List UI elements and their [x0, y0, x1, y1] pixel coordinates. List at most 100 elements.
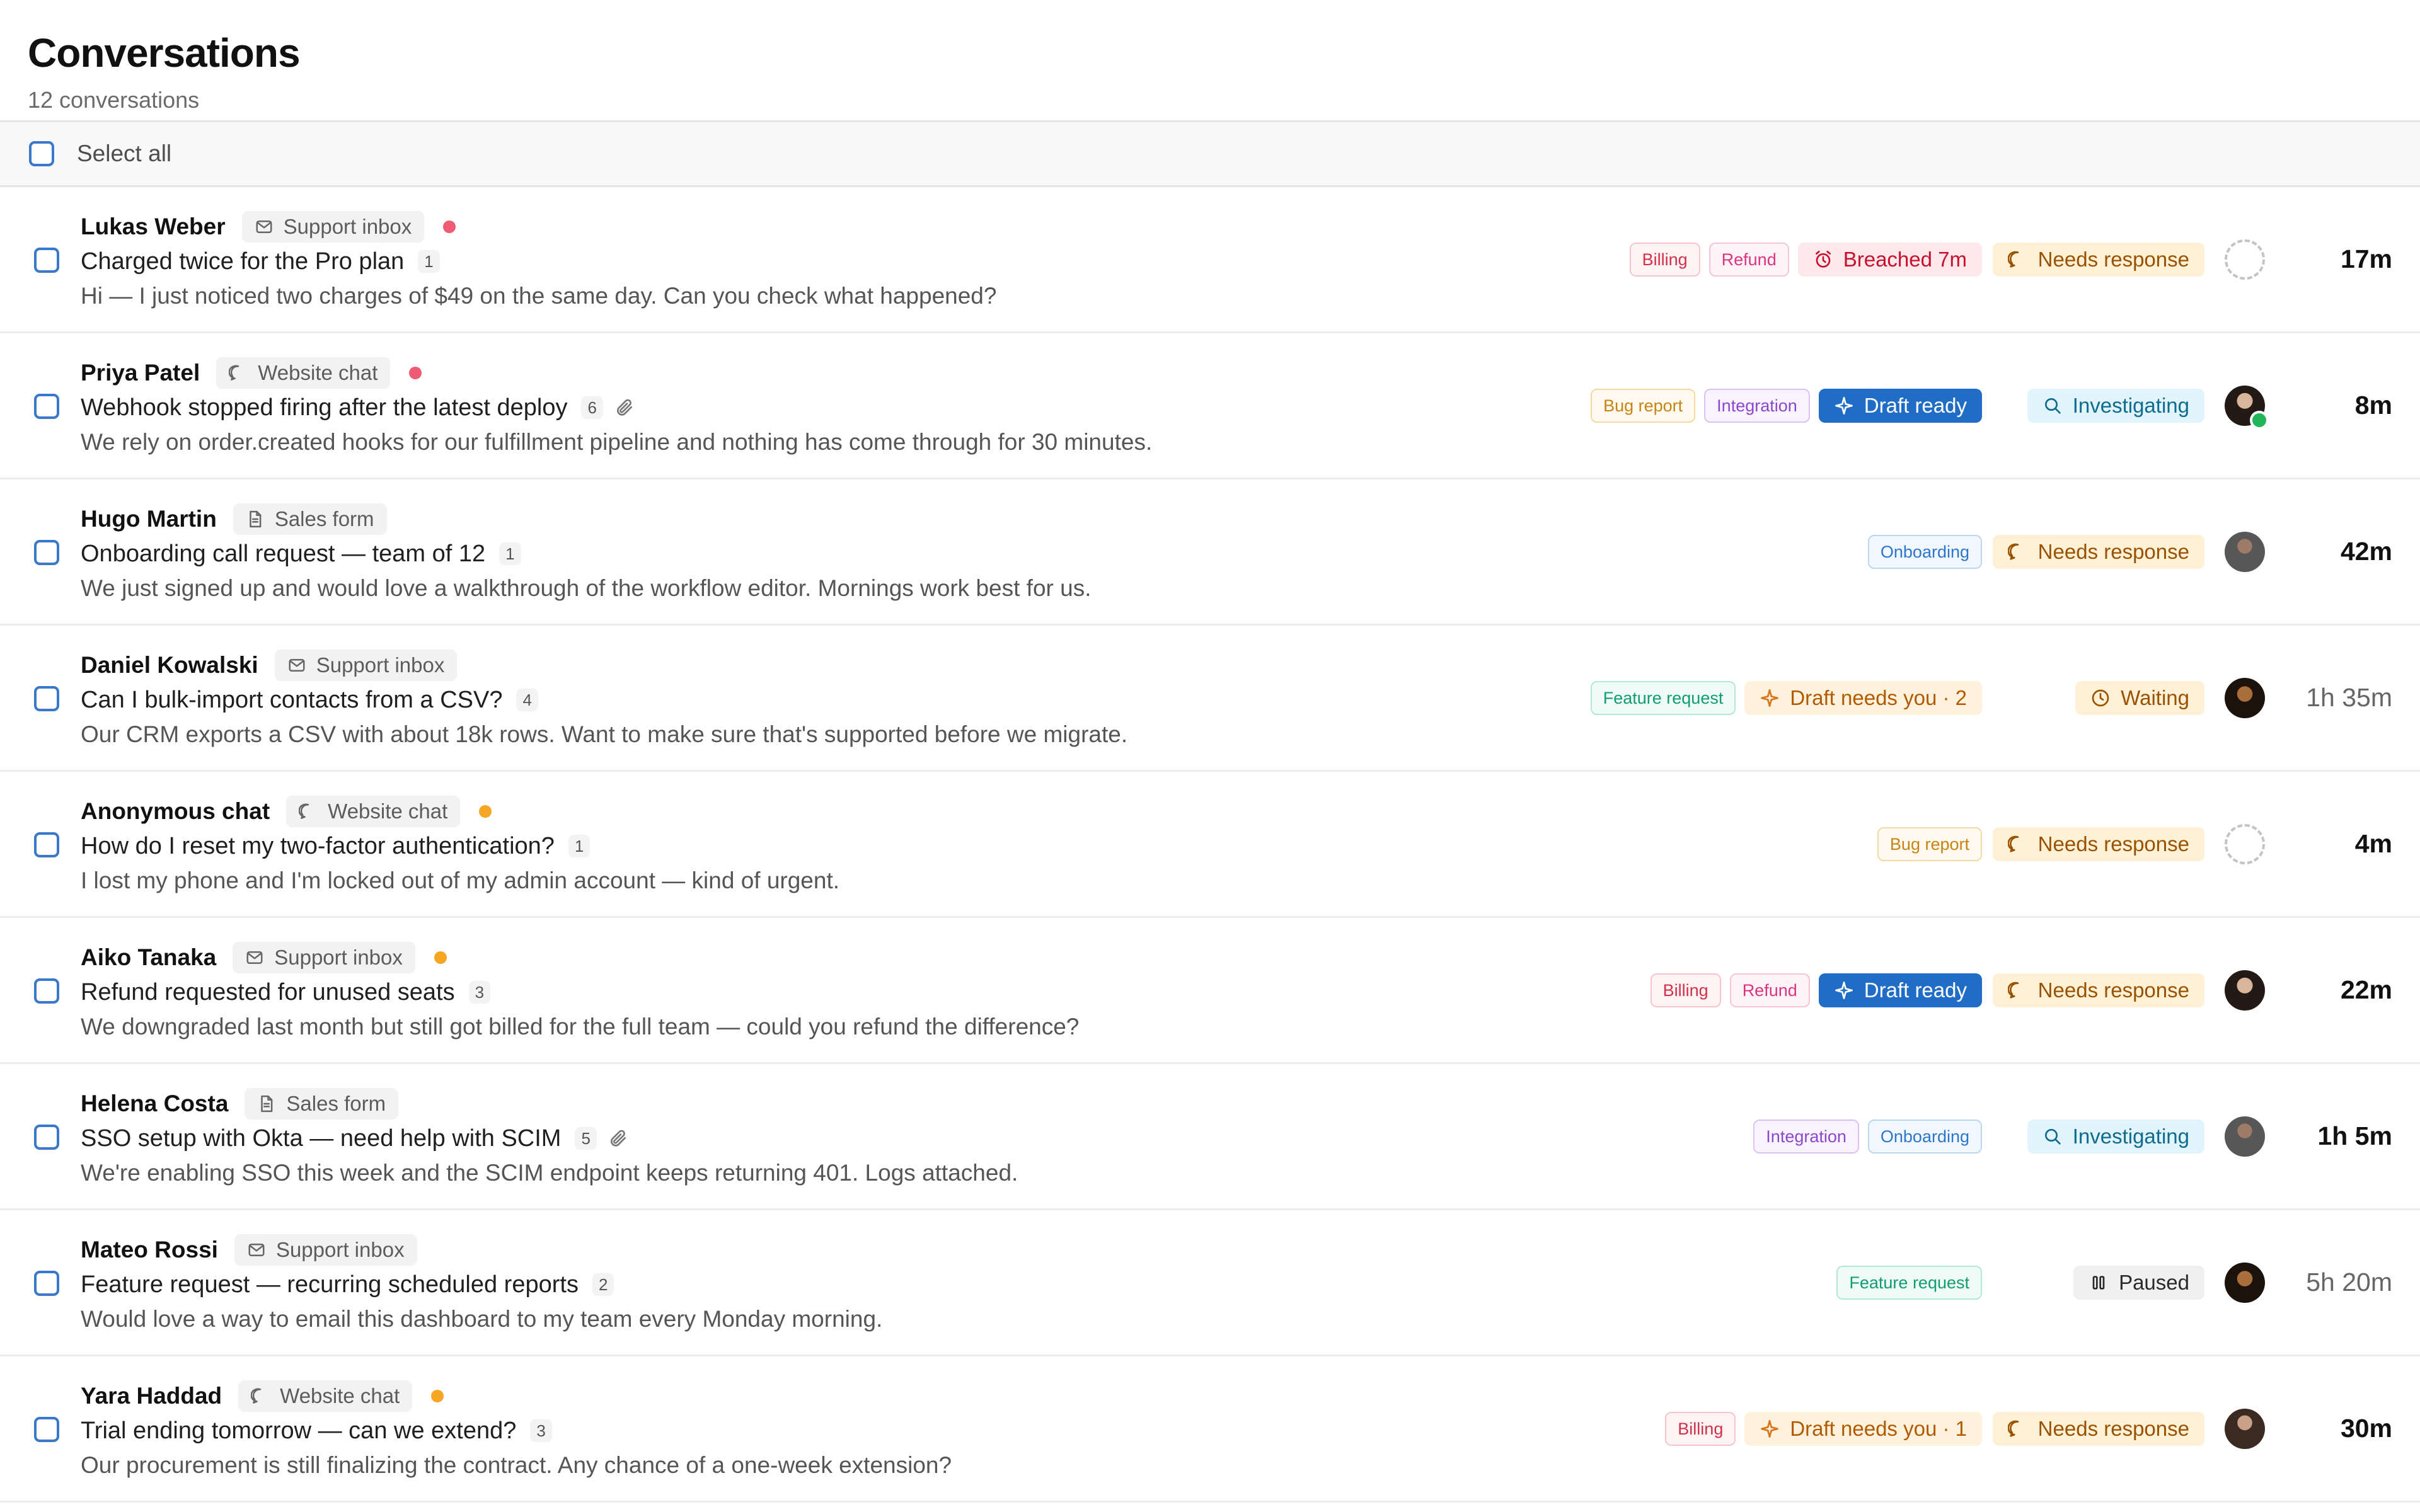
mail-icon [248, 1244, 265, 1256]
status-badge[interactable]: Needs response [1992, 973, 2204, 1007]
badge-label: Draft ready [1864, 393, 1967, 417]
breached-badge[interactable]: Breached 7m [1797, 242, 1982, 277]
chat-bubble-icon [299, 803, 309, 819]
tag-label[interactable]: Integration [1753, 1119, 1859, 1154]
assignee-avatar[interactable] [2225, 385, 2269, 430]
select-all-checkbox[interactable] [29, 141, 54, 166]
document-icon [250, 510, 262, 528]
conversation-subject[interactable]: Onboarding call request — team of 12 [81, 541, 485, 568]
chat-bubble-icon [251, 1388, 262, 1404]
mail-icon [289, 659, 305, 672]
conversation-row[interactable]: Aiko Tanaka Support inbox Refund requested… [0, 918, 2420, 1064]
sender-name: Daniel Kowalski [81, 652, 258, 678]
tag-label[interactable]: Feature request [1590, 680, 1736, 715]
channel-badge: Website chat [238, 1380, 413, 1412]
conversation-row[interactable]: Mateo Rossi Support inbox Feature request … [0, 1210, 2420, 1356]
assignee-avatar[interactable] [2225, 531, 2265, 572]
conversation-subject[interactable]: Trial ending tomorrow — can we extend? [81, 1418, 516, 1445]
conversation-row[interactable]: Priya Patel Website chat Webhook stopped f… [0, 333, 2420, 479]
tag-label[interactable]: Onboarding [1867, 534, 1982, 569]
message-count: 6 [581, 396, 603, 419]
sender-name: Aiko Tanaka [81, 944, 217, 970]
unassigned-avatar[interactable] [2225, 823, 2265, 864]
assignee-avatar[interactable] [2225, 1116, 2265, 1157]
tag-label[interactable]: Bug report [1591, 388, 1696, 423]
chat-bubble-icon [2007, 835, 2019, 852]
status-badge[interactable]: Investigating [2027, 388, 2204, 423]
channel-badge: Support inbox [234, 1234, 417, 1266]
conversation-subject[interactable]: Feature request — recurring scheduled re… [81, 1271, 579, 1298]
draft-ready-badge[interactable]: Draft ready [1818, 388, 1982, 423]
tag-label[interactable]: Billing [1650, 973, 1721, 1007]
row-checkbox[interactable] [34, 1417, 59, 1442]
tag-label[interactable]: Onboarding [1867, 1119, 1982, 1154]
status-badge[interactable]: Waiting [2075, 680, 2204, 715]
message-count: 2 [592, 1273, 614, 1296]
channel-label: Website chat [258, 361, 378, 384]
sparkle-icon [1761, 689, 1779, 707]
conversation-row[interactable]: Helena Costa Sales form SSO setup with Okt… [0, 1064, 2420, 1210]
alarm-clock-icon [1815, 250, 1831, 268]
conversation-subject[interactable]: How do I reset my two-factor authenticat… [81, 833, 555, 860]
conversation-subject[interactable]: Can I bulk-import contacts from a CSV? [81, 687, 502, 714]
assignee-avatar[interactable] [2225, 677, 2265, 718]
status-badge[interactable]: Investigating [2027, 1119, 2204, 1154]
conversation-row[interactable]: Lukas Weber Support inbox Charged twice fo… [0, 187, 2420, 333]
row-checkbox[interactable] [34, 540, 59, 565]
message-count: 4 [516, 689, 538, 711]
time-since: 8m [2354, 391, 2392, 420]
tag-label[interactable]: Refund [1708, 242, 1789, 277]
status-badge[interactable]: Paused [2073, 1265, 2204, 1300]
assignee-avatar[interactable] [2225, 970, 2265, 1011]
page-title: Conversations [28, 30, 301, 76]
assignee-avatar[interactable] [2225, 1408, 2265, 1449]
message-count: 1 [568, 835, 591, 857]
draft-needs-badge[interactable]: Draft needs you · 2 [1744, 680, 1982, 715]
row-checkbox[interactable] [34, 1271, 59, 1296]
conversation-subject[interactable]: Webhook stopped firing after the latest … [81, 394, 567, 421]
message-count: 3 [468, 981, 491, 1004]
row-checkbox[interactable] [34, 978, 59, 1004]
chat-bubble-icon [2007, 251, 2019, 268]
draft-ready-badge[interactable]: Draft ready [1818, 973, 1982, 1007]
row-checkbox[interactable] [34, 1125, 59, 1150]
unread-dot [443, 220, 456, 233]
document-icon [261, 1095, 273, 1113]
status-label: Needs response [2037, 539, 2189, 563]
tag-label[interactable]: Billing [1665, 1411, 1736, 1446]
tag-label[interactable]: Feature request [1836, 1265, 1982, 1300]
status-badge[interactable]: Needs response [1992, 242, 2204, 277]
row-checkbox[interactable] [34, 248, 59, 273]
time-since: 1h 35m [2306, 683, 2392, 712]
tag-label[interactable]: Billing [1629, 242, 1700, 277]
time-since: 30m [2340, 1414, 2392, 1443]
status-label: Needs response [2037, 978, 2189, 1002]
row-checkbox[interactable] [34, 394, 59, 419]
draft-needs-badge[interactable]: Draft needs you · 1 [1744, 1411, 1982, 1446]
status-badge[interactable]: Needs response [1992, 827, 2204, 861]
status-badge[interactable]: Needs response [1992, 534, 2204, 569]
conversation-subject[interactable]: Charged twice for the Pro plan [81, 248, 404, 275]
conversation-subject[interactable]: Refund requested for unused seats [81, 979, 455, 1006]
conversation-subject[interactable]: SSO setup with Okta — need help with SCI… [81, 1125, 561, 1152]
time-since: 1h 5m [2317, 1121, 2393, 1150]
channel-badge: Support inbox [241, 211, 425, 243]
tag-label[interactable]: Bug report [1877, 827, 1982, 861]
clock-icon [2092, 689, 2109, 706]
badge-label: Draft ready [1864, 978, 1967, 1002]
conversation-row[interactable]: Hugo Martin Sales form Onboarding call req… [0, 479, 2420, 626]
time-since: 22m [2340, 975, 2392, 1004]
conversation-row[interactable]: Yara Haddad Website chat Trial ending tomo… [0, 1356, 2420, 1503]
select-all-label[interactable]: Select all [77, 140, 171, 167]
status-badge[interactable]: Needs response [1992, 1411, 2204, 1446]
row-checkbox[interactable] [34, 832, 59, 857]
conversation-row[interactable]: Daniel Kowalski Support inbox Can I bulk-i… [0, 626, 2420, 772]
tag-label[interactable]: Refund [1729, 973, 1810, 1007]
tag-label[interactable]: Integration [1704, 388, 1810, 423]
channel-badge: Sales form [233, 503, 387, 535]
row-checkbox[interactable] [34, 686, 59, 711]
unassigned-avatar[interactable] [2225, 239, 2265, 280]
conversation-row[interactable]: Anonymous chat Website chat How do I reset… [0, 772, 2420, 918]
assignee-avatar[interactable] [2225, 1262, 2265, 1303]
status-label: Needs response [2037, 247, 2189, 271]
